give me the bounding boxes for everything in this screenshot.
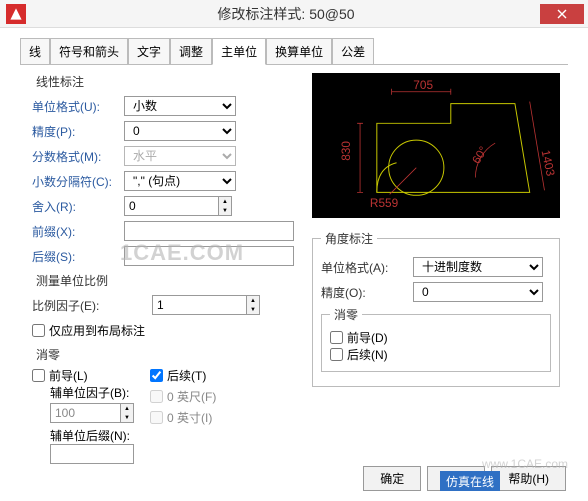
roundoff-up[interactable]: ▲ bbox=[219, 197, 231, 206]
unit-format-label: 单位格式(U): bbox=[32, 98, 124, 115]
subfactor-label: 辅单位因子(B): bbox=[50, 384, 134, 401]
inch-label: 0 英寸(I) bbox=[167, 409, 212, 426]
layout-only-checkbox[interactable] bbox=[32, 324, 45, 337]
dim-angle: 60° bbox=[469, 144, 490, 167]
linear-legend: 线性标注 bbox=[32, 73, 88, 90]
suffix-input[interactable] bbox=[124, 246, 294, 266]
angular-leading-label: 前导(D) bbox=[347, 329, 388, 346]
zero-legend: 消零 bbox=[32, 346, 64, 363]
close-button[interactable] bbox=[540, 4, 584, 24]
angular-legend: 角度标注 bbox=[321, 230, 377, 247]
angular-group: 角度标注 单位格式(A): 十进制度数 精度(O): 0 消零 前导(D) bbox=[312, 230, 560, 387]
scale-legend: 测量单位比例 bbox=[32, 272, 112, 289]
prefix-label: 前缀(X): bbox=[32, 223, 124, 240]
tab-lines[interactable]: 线 bbox=[20, 38, 50, 65]
tab-fit[interactable]: 调整 bbox=[170, 38, 212, 65]
angular-zero-group: 消零 前导(D) 后续(N) bbox=[321, 306, 551, 372]
leading-label: 前导(L) bbox=[49, 367, 88, 384]
angular-zero-legend: 消零 bbox=[330, 306, 362, 323]
scale-group: 测量单位比例 比例因子(E): ▲▼ 仅应用到布局标注 bbox=[28, 272, 298, 346]
trailing-checkbox[interactable] bbox=[150, 369, 163, 382]
close-icon bbox=[557, 9, 567, 19]
zero-suppress-group: 消零 前导(L) 辅单位因子(B): ▲▼ bbox=[28, 346, 298, 466]
precision-select[interactable]: 0 bbox=[124, 121, 236, 141]
dim-radius: R559 bbox=[370, 196, 399, 210]
fraction-format-select[interactable]: 水平 bbox=[124, 146, 236, 166]
fraction-label: 分数格式(M): bbox=[32, 148, 124, 165]
dialog-buttons: 确定 取消 帮助(H) bbox=[363, 466, 566, 491]
linear-group: 线性标注 单位格式(U): 小数 精度(P): 0 分数格式(M): 水平 小数… bbox=[28, 73, 298, 272]
tab-tolerances[interactable]: 公差 bbox=[332, 38, 374, 65]
tab-panel: 线性标注 单位格式(U): 小数 精度(P): 0 分数格式(M): 水平 小数… bbox=[20, 64, 568, 474]
feet-label: 0 英尺(F) bbox=[167, 388, 216, 405]
dim-top: 705 bbox=[413, 78, 433, 92]
dim-left: 830 bbox=[339, 141, 353, 161]
angular-trailing-label: 后续(N) bbox=[347, 346, 388, 363]
angular-unit-select[interactable]: 十进制度数 bbox=[413, 257, 543, 277]
tab-primary-units[interactable]: 主单位 bbox=[212, 38, 266, 65]
subfactor-up[interactable]: ▲ bbox=[121, 404, 133, 413]
tab-symbols-arrows[interactable]: 符号和箭头 bbox=[50, 38, 128, 65]
cancel-button[interactable]: 取消 bbox=[427, 466, 485, 491]
trailing-label: 后续(T) bbox=[167, 367, 206, 384]
scale-factor-label: 比例因子(E): bbox=[32, 297, 152, 314]
help-button[interactable]: 帮助(H) bbox=[491, 466, 566, 491]
ok-button[interactable]: 确定 bbox=[363, 466, 421, 491]
unit-format-select[interactable]: 小数 bbox=[124, 96, 236, 116]
leading-checkbox[interactable] bbox=[32, 369, 45, 382]
prefix-input[interactable] bbox=[124, 221, 294, 241]
decimal-separator-select[interactable]: "," (句点) bbox=[124, 171, 236, 191]
suffix-label: 后缀(S): bbox=[32, 248, 124, 265]
title-bar: 修改标注样式: 50@50 bbox=[0, 0, 588, 28]
roundoff-input[interactable] bbox=[124, 196, 218, 216]
window-title: 修改标注样式: 50@50 bbox=[32, 4, 540, 24]
subfactor-input[interactable] bbox=[50, 403, 120, 423]
subfactor-down[interactable]: ▼ bbox=[121, 413, 133, 422]
angular-unit-label: 单位格式(A): bbox=[321, 259, 413, 276]
subsuffix-input[interactable] bbox=[50, 444, 134, 464]
subsuffix-label: 辅单位后缀(N): bbox=[50, 427, 134, 444]
angular-precision-select[interactable]: 0 bbox=[413, 282, 543, 302]
inch-checkbox bbox=[150, 411, 163, 424]
layout-only-label: 仅应用到布局标注 bbox=[49, 322, 145, 339]
precision-label: 精度(P): bbox=[32, 123, 124, 140]
scale-factor-input[interactable] bbox=[152, 295, 246, 315]
feet-checkbox bbox=[150, 390, 163, 403]
angular-leading-checkbox[interactable] bbox=[330, 331, 343, 344]
decimal-sep-label: 小数分隔符(C): bbox=[32, 173, 124, 190]
scale-down[interactable]: ▼ bbox=[247, 305, 259, 314]
angular-precision-label: 精度(O): bbox=[321, 284, 413, 301]
tab-strip: 线 符号和箭头 文字 调整 主单位 换算单位 公差 bbox=[0, 28, 588, 65]
tab-text[interactable]: 文字 bbox=[128, 38, 170, 65]
tab-alternate-units[interactable]: 换算单位 bbox=[266, 38, 332, 65]
preview-pane: 705 830 1403 R559 60° bbox=[312, 73, 560, 218]
angular-trailing-checkbox[interactable] bbox=[330, 348, 343, 361]
roundoff-label: 舍入(R): bbox=[32, 198, 124, 215]
roundoff-down[interactable]: ▼ bbox=[219, 206, 231, 215]
scale-up[interactable]: ▲ bbox=[247, 296, 259, 305]
app-icon bbox=[6, 4, 26, 24]
